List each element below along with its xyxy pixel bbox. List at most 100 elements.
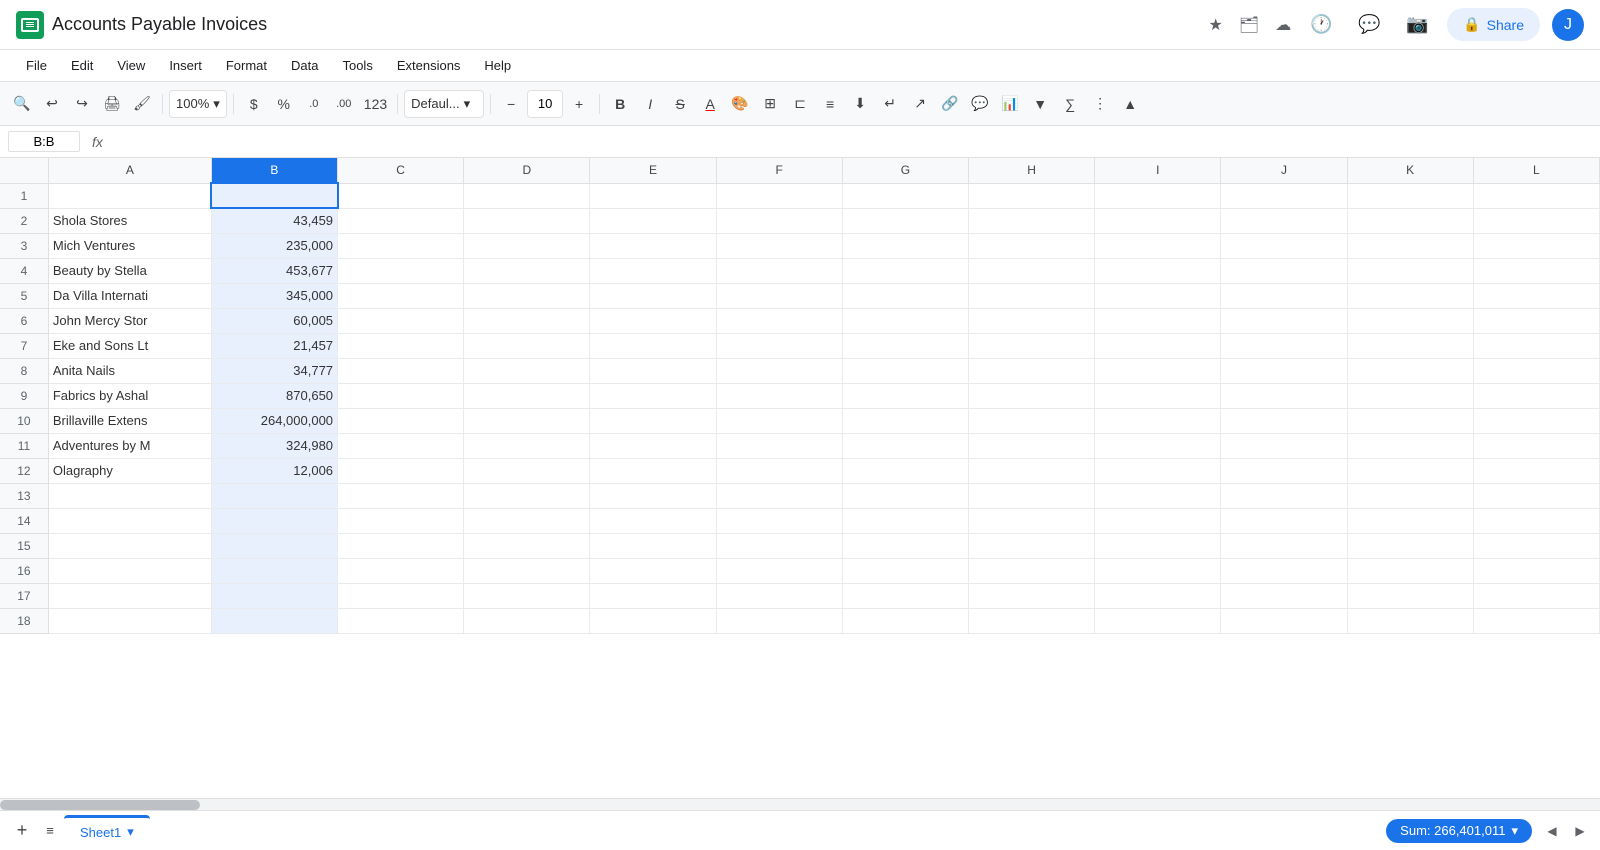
cell-e10[interactable] xyxy=(590,408,716,433)
cell-k5[interactable] xyxy=(1347,283,1473,308)
cell-i16[interactable] xyxy=(1095,558,1221,583)
cell-k6[interactable] xyxy=(1347,308,1473,333)
cell-k17[interactable] xyxy=(1347,583,1473,608)
cell-f11[interactable] xyxy=(716,433,842,458)
cell-reference-input[interactable] xyxy=(8,131,80,152)
cell-d16[interactable] xyxy=(464,558,590,583)
percent-button[interactable]: % xyxy=(270,90,298,118)
cell-b17[interactable] xyxy=(211,583,337,608)
cell-k10[interactable] xyxy=(1347,408,1473,433)
scroll-right-button[interactable]: ▶ xyxy=(1568,819,1592,843)
menu-file[interactable]: File xyxy=(16,54,57,77)
cell-a17[interactable] xyxy=(48,583,211,608)
cell-l8[interactable] xyxy=(1473,358,1599,383)
cell-c12[interactable] xyxy=(338,458,464,483)
cell-d4[interactable] xyxy=(464,258,590,283)
cell-e16[interactable] xyxy=(590,558,716,583)
cell-h16[interactable] xyxy=(968,558,1094,583)
cell-a8[interactable]: Anita Nails xyxy=(48,358,211,383)
decimal-less-btn[interactable]: .0 xyxy=(300,90,328,118)
menu-help[interactable]: Help xyxy=(474,54,521,77)
comment-icon[interactable]: 💬 xyxy=(1351,7,1387,43)
cell-k2[interactable] xyxy=(1347,208,1473,233)
cell-f10[interactable] xyxy=(716,408,842,433)
cell-c14[interactable] xyxy=(338,508,464,533)
cell-a4[interactable]: Beauty by Stella xyxy=(48,258,211,283)
bold-button[interactable]: B xyxy=(606,90,634,118)
search-icon[interactable]: 🔍 xyxy=(8,90,36,118)
cell-c2[interactable] xyxy=(338,208,464,233)
font-size-input[interactable] xyxy=(527,90,563,118)
cell-b5[interactable]: 345,000 xyxy=(211,283,337,308)
cell-a6[interactable]: John Mercy Stor xyxy=(48,308,211,333)
cell-e3[interactable] xyxy=(590,233,716,258)
cell-k4[interactable] xyxy=(1347,258,1473,283)
cell-d6[interactable] xyxy=(464,308,590,333)
cell-l15[interactable] xyxy=(1473,533,1599,558)
cell-a5[interactable]: Da Villa Internati xyxy=(48,283,211,308)
cell-d10[interactable] xyxy=(464,408,590,433)
cell-k12[interactable] xyxy=(1347,458,1473,483)
cell-b14[interactable] xyxy=(211,508,337,533)
cell-e8[interactable] xyxy=(590,358,716,383)
cell-d14[interactable] xyxy=(464,508,590,533)
cell-h1[interactable] xyxy=(968,183,1094,208)
col-header-k[interactable]: K xyxy=(1347,158,1473,183)
cell-j16[interactable] xyxy=(1221,558,1347,583)
cell-i13[interactable] xyxy=(1095,483,1221,508)
scrollbar-thumb[interactable] xyxy=(0,800,200,810)
cell-h14[interactable] xyxy=(968,508,1094,533)
cell-a14[interactable] xyxy=(48,508,211,533)
cell-c17[interactable] xyxy=(338,583,464,608)
cell-f17[interactable] xyxy=(716,583,842,608)
cell-j8[interactable] xyxy=(1221,358,1347,383)
col-header-i[interactable]: I xyxy=(1095,158,1221,183)
cell-k18[interactable] xyxy=(1347,608,1473,633)
cell-g8[interactable] xyxy=(842,358,968,383)
cell-g4[interactable] xyxy=(842,258,968,283)
cell-h13[interactable] xyxy=(968,483,1094,508)
cell-l2[interactable] xyxy=(1473,208,1599,233)
cell-b10[interactable]: 264,000,000 xyxy=(211,408,337,433)
cell-j17[interactable] xyxy=(1221,583,1347,608)
cell-c18[interactable] xyxy=(338,608,464,633)
cell-h7[interactable] xyxy=(968,333,1094,358)
cell-k16[interactable] xyxy=(1347,558,1473,583)
cell-g18[interactable] xyxy=(842,608,968,633)
cell-l7[interactable] xyxy=(1473,333,1599,358)
cell-f3[interactable] xyxy=(716,233,842,258)
cell-e14[interactable] xyxy=(590,508,716,533)
cell-d17[interactable] xyxy=(464,583,590,608)
cell-g15[interactable] xyxy=(842,533,968,558)
cell-l3[interactable] xyxy=(1473,233,1599,258)
cell-i8[interactable] xyxy=(1095,358,1221,383)
cell-i18[interactable] xyxy=(1095,608,1221,633)
cell-f4[interactable] xyxy=(716,258,842,283)
cell-e5[interactable] xyxy=(590,283,716,308)
cloud-icon[interactable]: ☁ xyxy=(1271,11,1295,39)
cell-h12[interactable] xyxy=(968,458,1094,483)
cell-h15[interactable] xyxy=(968,533,1094,558)
cell-k14[interactable] xyxy=(1347,508,1473,533)
cell-l10[interactable] xyxy=(1473,408,1599,433)
cell-c7[interactable] xyxy=(338,333,464,358)
cell-l1[interactable] xyxy=(1473,183,1599,208)
cell-b13[interactable] xyxy=(211,483,337,508)
cell-f7[interactable] xyxy=(716,333,842,358)
cell-e6[interactable] xyxy=(590,308,716,333)
wrap-btn[interactable]: ↵ xyxy=(876,90,904,118)
cell-i1[interactable] xyxy=(1095,183,1221,208)
cell-c15[interactable] xyxy=(338,533,464,558)
cell-j7[interactable] xyxy=(1221,333,1347,358)
cell-l16[interactable] xyxy=(1473,558,1599,583)
sheet-menu-button[interactable]: ≡ xyxy=(36,817,64,845)
cell-d11[interactable] xyxy=(464,433,590,458)
cell-g3[interactable] xyxy=(842,233,968,258)
text-color-btn[interactable]: A xyxy=(696,90,724,118)
cell-e1[interactable] xyxy=(590,183,716,208)
cell-k13[interactable] xyxy=(1347,483,1473,508)
sum-display[interactable]: Sum: 266,401,011 ▾ xyxy=(1386,819,1532,843)
formula-input[interactable] xyxy=(115,134,1592,149)
cell-b6[interactable]: 60,005 xyxy=(211,308,337,333)
scroll-left-button[interactable]: ◀ xyxy=(1540,819,1564,843)
